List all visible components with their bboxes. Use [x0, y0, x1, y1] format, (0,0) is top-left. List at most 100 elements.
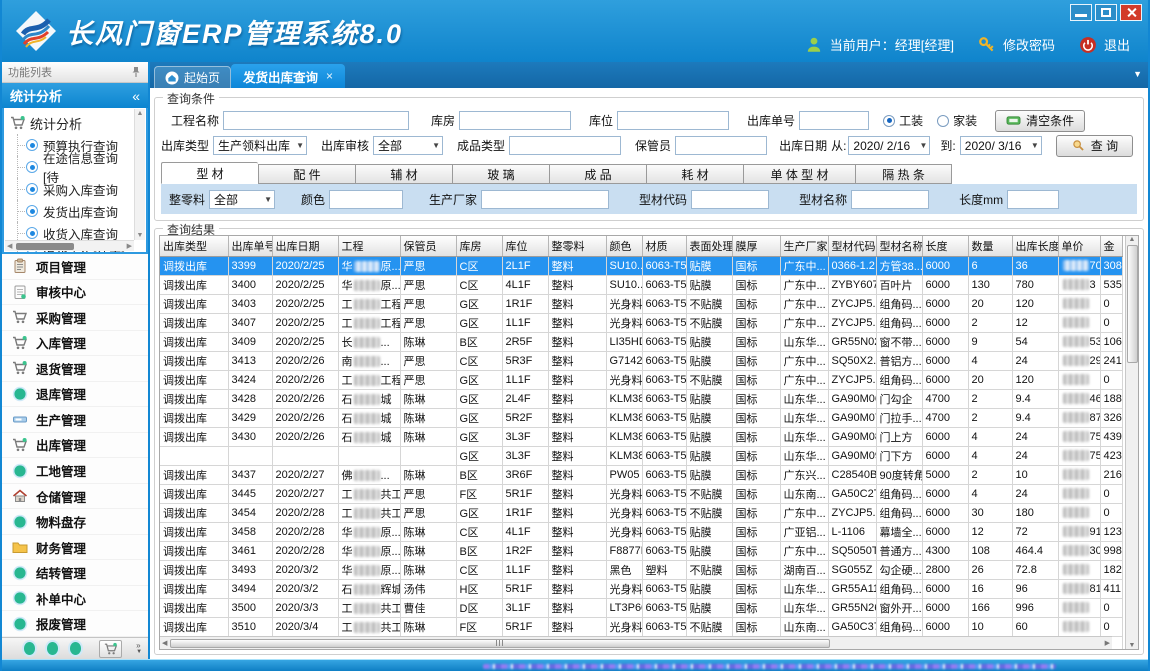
- collapse-icon[interactable]: «: [132, 88, 140, 104]
- vscroll-thumb[interactable]: [1127, 245, 1138, 363]
- radio-gongzhuang[interactable]: 工装: [883, 112, 923, 129]
- tab-home[interactable]: 起始页: [154, 66, 231, 88]
- audit-select[interactable]: 全部▼: [373, 136, 443, 155]
- product-type-input[interactable]: [509, 136, 621, 155]
- location-input[interactable]: [617, 111, 729, 130]
- material-tab-7[interactable]: 单 体 型 材: [743, 164, 855, 184]
- result-row[interactable]: 调拨出库34302020/2/26石城陈琳G区3L3F整料KLM38176063…: [160, 427, 1122, 446]
- column-header-库房[interactable]: 库房: [456, 236, 502, 256]
- result-row[interactable]: 调拨出库35002020/3/3工共工程曹佳D区3L1F整料LT3P606063…: [160, 598, 1122, 617]
- color-input[interactable]: [329, 190, 403, 209]
- scroll-down-icon[interactable]: ▼: [137, 232, 144, 239]
- result-row[interactable]: 调拨出库34582020/2/28华原...陈琳C区4L1F整料光身料6063-…: [160, 522, 1122, 541]
- tree-root-statistics[interactable]: 统计分析: [10, 112, 132, 134]
- column-header-金[interactable]: 金: [1100, 236, 1122, 256]
- sidebar-item-生产管理[interactable]: 生产管理: [2, 407, 148, 433]
- sidebar-item-出库管理[interactable]: 出库管理: [2, 433, 148, 459]
- sidebar-item-报废管理[interactable]: 报废管理: [2, 611, 148, 637]
- profile-name-input[interactable]: [851, 190, 929, 209]
- result-row[interactable]: 调拨出库35102020/3/4工共工程陈琳F区5R1F整料光身料6063-T5…: [160, 617, 1122, 636]
- module-dot-icon[interactable]: [24, 642, 35, 655]
- change-password-link[interactable]: 修改密码: [1003, 35, 1055, 54]
- result-row[interactable]: 调拨出库34372020/2/27佛...陈琳B区3R6F整料PW056063-…: [160, 465, 1122, 484]
- tree-horizontal-scrollbar[interactable]: ◀ ▶: [5, 240, 134, 251]
- result-row[interactable]: 调拨出库34932020/3/2华原...陈琳C区1L1F整料黑色塑料不贴膜国标…: [160, 560, 1122, 579]
- result-row[interactable]: 调拨出库34132020/2/26南...严思C区5R3F整料G71422606…: [160, 351, 1122, 370]
- column-header-型材代码[interactable]: 型材代码: [828, 236, 876, 256]
- sidebar-item-采购管理[interactable]: 采购管理: [2, 305, 148, 331]
- column-header-工程[interactable]: 工程: [338, 236, 400, 256]
- outbound-type-select[interactable]: 生产领料出库▼: [213, 136, 307, 155]
- column-header-表面处理[interactable]: 表面处理: [686, 236, 732, 256]
- column-header-生产厂家[interactable]: 生产厂家: [780, 236, 828, 256]
- material-tab-1[interactable]: 型 材: [161, 162, 258, 184]
- column-header-颜色[interactable]: 颜色: [606, 236, 642, 256]
- material-tab-6[interactable]: 耗 材: [646, 164, 743, 184]
- module-dot-icon[interactable]: [47, 642, 58, 655]
- grid-horizontal-scrollbar[interactable]: ◀ ▶: [160, 636, 1112, 649]
- result-row[interactable]: 调拨出库34452020/2/27工共工程严思F区5R1F整料光身料6063-T…: [160, 484, 1122, 503]
- material-tab-4[interactable]: 玻 璃: [452, 164, 549, 184]
- sidebar-item-物料盘存[interactable]: 物料盘存: [2, 509, 148, 535]
- result-row[interactable]: G区3L3F整料KLM38176063-T5贴膜国标山东华...GA90M09.…: [160, 446, 1122, 465]
- outbound-no-input[interactable]: [799, 111, 869, 130]
- radio-jiazhuang[interactable]: 家装: [937, 112, 977, 129]
- tab-close-icon[interactable]: ×: [326, 69, 333, 83]
- column-header-保管员[interactable]: 保管员: [400, 236, 456, 256]
- scroll-right-icon[interactable]: ▶: [127, 242, 132, 250]
- result-row[interactable]: 调拨出库34282020/2/26石城陈琳G区2L4F整料KLM38176063…: [160, 389, 1122, 408]
- tab-shipment-outbound-query[interactable]: 发货出库查询 ×: [231, 64, 345, 88]
- logout-link[interactable]: 退出: [1104, 35, 1130, 54]
- tab-list-caret-icon[interactable]: ▼: [1133, 69, 1142, 79]
- date-to-picker[interactable]: 2020/ 3/16▼: [960, 136, 1042, 155]
- tree-item-采购入库查询[interactable]: 采购入库查询: [10, 178, 132, 200]
- tree-item-在途信息查询[待[interactable]: 在途信息查询[待: [10, 156, 132, 178]
- cart-module-button[interactable]: [99, 640, 122, 658]
- grid-vertical-scrollbar[interactable]: ▲ ▼: [1125, 236, 1138, 649]
- sidebar-group-statistics[interactable]: 统计分析 «: [2, 83, 148, 108]
- search-button[interactable]: 查 询: [1056, 135, 1133, 157]
- sidebar-item-项目管理[interactable]: 项目管理: [2, 254, 148, 280]
- close-button[interactable]: [1120, 4, 1142, 21]
- hscroll-thumb[interactable]: [170, 639, 830, 648]
- chevron-more-icon[interactable]: »: [136, 642, 142, 649]
- column-header-长度[interactable]: 长度: [922, 236, 968, 256]
- maximize-button[interactable]: [1095, 4, 1117, 21]
- sidebar-item-退货管理[interactable]: 退货管理: [2, 356, 148, 382]
- material-tab-5[interactable]: 成 品: [549, 164, 646, 184]
- result-row[interactable]: 调拨出库33992020/2/25华原...严思C区2L1F整料SU10...6…: [160, 256, 1122, 275]
- minimize-button[interactable]: [1070, 4, 1092, 21]
- column-header-出库单号[interactable]: 出库单号: [228, 236, 272, 256]
- chevron-down-icon[interactable]: ▼: [136, 649, 142, 656]
- result-row[interactable]: 调拨出库34242020/2/26工工程严思G区1L1F整料光身料6063-T5…: [160, 370, 1122, 389]
- result-row[interactable]: 调拨出库34092020/2/25长...陈琳B区2R5F整料LI35HD606…: [160, 332, 1122, 351]
- sidebar-item-财务管理[interactable]: 财务管理: [2, 535, 148, 561]
- scroll-left-icon[interactable]: ◀: [7, 242, 12, 250]
- column-header-出库长度[interactable]: 出库长度: [1012, 236, 1058, 256]
- column-header-库位[interactable]: 库位: [502, 236, 548, 256]
- result-row[interactable]: 调拨出库34002020/2/25华原...严思C区4L1F整料SU10...6…: [160, 275, 1122, 294]
- column-header-单价[interactable]: 单价: [1058, 236, 1100, 256]
- tree-hscroll-thumb[interactable]: [16, 243, 74, 250]
- result-row[interactable]: 调拨出库34292020/2/26石城陈琳G区5R2F整料KLM38176063…: [160, 408, 1122, 427]
- result-row[interactable]: 调拨出库34072020/2/25工工程严思G区1L1F整料光身料6063-T5…: [160, 313, 1122, 332]
- material-tab-2[interactable]: 配 件: [258, 164, 355, 184]
- tree-vertical-scrollbar[interactable]: ▲ ▼: [134, 109, 145, 240]
- column-header-出库日期[interactable]: 出库日期: [272, 236, 338, 256]
- manufacturer-input[interactable]: [481, 190, 609, 209]
- result-row[interactable]: 调拨出库34612020/2/28华原...陈琳B区1R2F整料F8877FT6…: [160, 541, 1122, 560]
- material-tab-3[interactable]: 辅 材: [355, 164, 452, 184]
- scroll-right-icon[interactable]: ▶: [1105, 639, 1110, 647]
- result-row[interactable]: 调拨出库34542020/2/28工共工程严思G区1R1F整料光身料6063-T…: [160, 503, 1122, 522]
- sidebar-item-结转管理[interactable]: 结转管理: [2, 560, 148, 586]
- date-from-picker[interactable]: 2020/ 2/16▼: [848, 136, 930, 155]
- column-header-型材名称[interactable]: 型材名称: [876, 236, 922, 256]
- scroll-down-icon[interactable]: ▼: [1129, 642, 1136, 649]
- scroll-left-icon[interactable]: ◀: [162, 639, 167, 647]
- sidebar-item-工地管理[interactable]: 工地管理: [2, 458, 148, 484]
- result-row[interactable]: 调拨出库34942020/3/2石辉城汤伟H区5R1F整料光身料6063-T5贴…: [160, 579, 1122, 598]
- profile-code-input[interactable]: [691, 190, 769, 209]
- column-header-整零料[interactable]: 整零料: [548, 236, 606, 256]
- tree-item-发货出库查询[interactable]: 发货出库查询: [10, 200, 132, 222]
- result-row[interactable]: 调拨出库34032020/2/25工工程严思G区1R1F整料光身料6063-T5…: [160, 294, 1122, 313]
